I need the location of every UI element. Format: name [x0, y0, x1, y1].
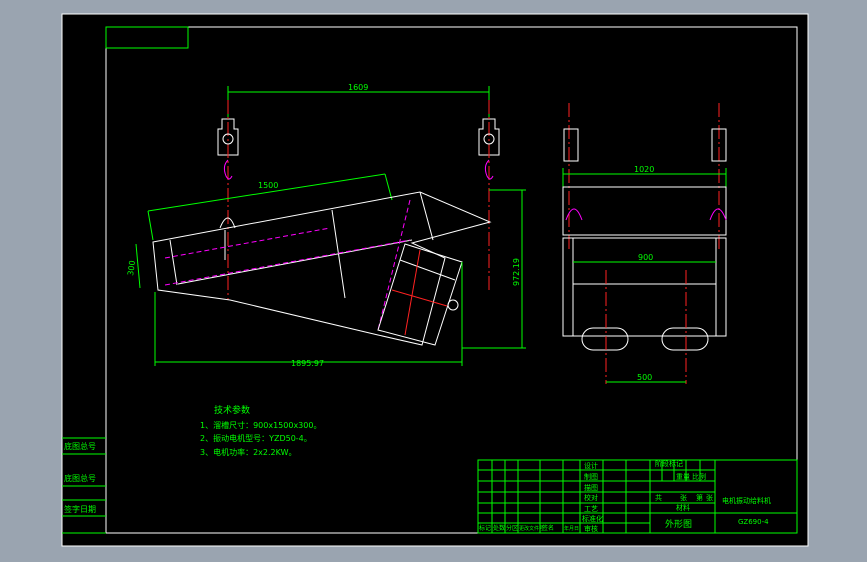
tb-stage-mark: 阶段标记 [655, 459, 683, 468]
tb-row-trace: 描图 [584, 483, 598, 492]
tb-sheet-no: 第 [696, 493, 703, 502]
side-label-1: 底图总号 [64, 441, 96, 451]
tb-weight: 重量 [676, 473, 690, 481]
tb-col-zone: 分区 [506, 524, 518, 532]
tb-col-change: 更改文件号 [519, 525, 544, 532]
tb-col-date: 年月日 [564, 525, 579, 532]
note-item-3: 3、电机功率：2x2.2KW。 [200, 447, 297, 457]
tb-row-standard: 标准化 [582, 514, 603, 523]
tb-row-check: 校对 [584, 493, 598, 502]
tb-col-mark: 标记 [479, 524, 491, 532]
notes-heading: 技术参数 [214, 404, 250, 416]
dim-hanger-span: 1609 [348, 83, 368, 92]
tb-row-design: 设计 [584, 461, 598, 470]
tb-col-count: 处数 [493, 524, 505, 532]
tb-sheet-total: 共 [655, 493, 662, 502]
note-item-2: 2、振动电机型号：YZD50-4。 [200, 433, 312, 443]
tb-product-name: 电机振动给料机 [722, 496, 771, 505]
tb-drawing-name: 外形图 [665, 518, 692, 530]
sheet-background [61, 13, 809, 547]
side-label-2: 底图总号 [64, 473, 96, 483]
tb-sheet-unit-2: 张 [706, 493, 713, 502]
dim-motor-span: 500 [637, 373, 652, 382]
tb-row-process: 工艺 [584, 505, 598, 513]
cad-drawing-canvas: 底图总号 底图总号 签字日期 1609 1500 300 1895.97 972… [61, 13, 809, 547]
tb-row-draw: 制图 [584, 472, 598, 481]
dim-overall-length: 1895.97 [291, 359, 324, 368]
side-label-3: 签字日期 [64, 504, 96, 514]
dim-width-inner: 900 [638, 253, 653, 262]
tb-material: 材料 [676, 503, 690, 512]
tb-col-sign: 签名 [542, 524, 554, 532]
dim-width-outer: 1020 [634, 165, 654, 174]
tb-drawing-number: GZ690-4 [738, 518, 769, 526]
note-item-1: 1、溜槽尺寸：900x1500x300。 [200, 420, 321, 430]
dim-height: 972.19 [512, 258, 521, 286]
tb-row-approve: 审核 [584, 524, 598, 533]
tb-sheet-unit-1: 张 [680, 493, 687, 502]
tb-scale: 比例 [692, 472, 706, 481]
dim-trough-length: 1500 [258, 181, 278, 190]
